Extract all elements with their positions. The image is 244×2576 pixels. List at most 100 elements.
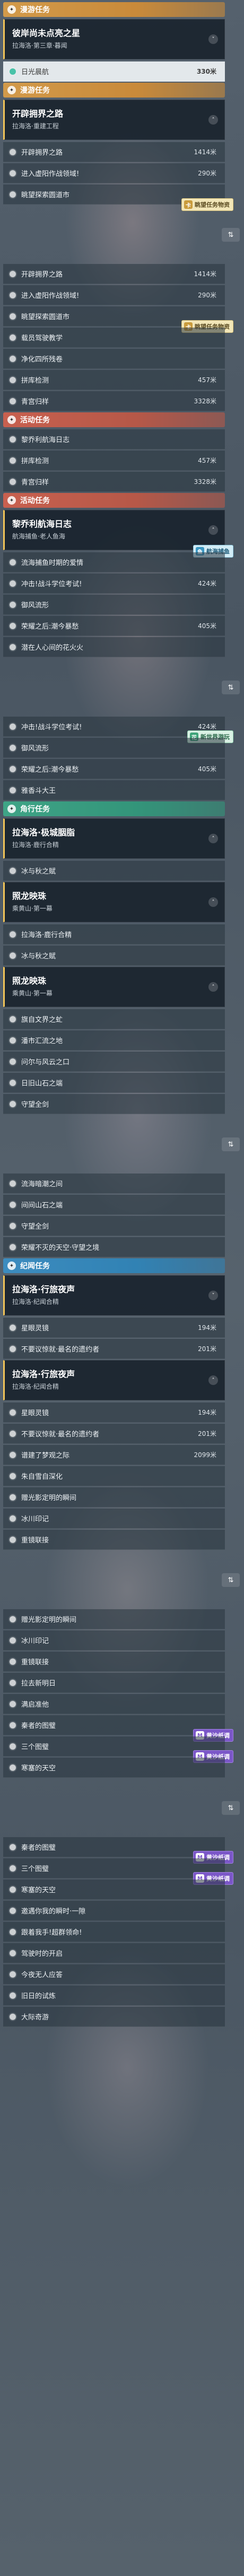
quest-step[interactable]: 守望全剑 [3,1094,225,1114]
quest-step[interactable]: 青宫归样 3328米 [3,472,225,492]
quest-step[interactable]: 赠光影定明的瞬间 [3,1609,225,1629]
fold-handle-icon[interactable]: ⇅ [222,1801,240,1815]
quest-step[interactable]: 寒塞的天空 [3,1880,225,1900]
step-label: 守望全剑 [21,1101,49,1109]
quest-step[interactable]: 朱自雪自深化 [3,1466,225,1486]
fold-handle-icon[interactable]: ⇅ [222,228,240,242]
quest-card[interactable]: 黎乔利航海日志 航海捕鱼·老人鱼海 ˄ [3,510,225,550]
step-label: 间间山石之端 [21,1202,63,1210]
category-header[interactable]: ✦ 活动任务 [3,493,225,508]
step-status-icon [10,2013,16,2020]
quest-step[interactable]: 载员驾驶教学 [3,328,225,348]
quest-step[interactable]: 荣耀之后:潮今暴愁 405米 [3,616,225,636]
quest-card[interactable]: 照龙映珠 乘黄山·第一幕 ˄ [3,882,225,922]
quest-step[interactable]: 潘市汇流之地 [3,1030,225,1051]
quest-step[interactable]: 三个图璧 [3,1858,225,1878]
quest-step[interactable]: 重镜联接 [3,1652,225,1672]
quest-step[interactable]: 不要议惊就·最名的遗约者 201米 [3,1339,225,1359]
quest-card[interactable]: 拉海洛·行旅夜声 拉海洛·纪闻合精 ˅ [3,1275,225,1316]
quest-step[interactable]: 谱建了梦观之际 2099米 [3,1445,225,1465]
quest-step[interactable]: 跟着我手!超群领命! [3,1922,225,1942]
category-header[interactable]: ✦ 漫游任务 [3,83,225,98]
quest-step[interactable]: 冰川印记 [3,1630,225,1651]
expand-chevron-icon[interactable]: ˄ [208,897,218,907]
category-header[interactable]: ✦ 纪闻任务 [3,1258,225,1273]
quest-step[interactable]: 拼库检测 457米 [3,451,225,471]
quest-step[interactable]: 大际奇游 [3,2007,225,2027]
quest-step[interactable]: 净化四所残卷 [3,349,225,369]
quest-step[interactable]: 拉海洛·鹿行合精 [3,924,225,945]
quest-step[interactable]: 拉去新明日 [3,1673,225,1693]
quest-step[interactable]: 旧日的试炼 [3,1986,225,2006]
step-label: 赠光影定明的瞬间 [21,1494,77,1502]
quest-step[interactable]: 赠光影定明的瞬间 [3,1487,225,1507]
quest-step[interactable]: 秦者的图璧 [3,1715,225,1735]
quest-step[interactable]: 满启准他 [3,1694,225,1714]
quest-step[interactable]: 星眼灵镜 194米 [3,1318,225,1338]
quest-step[interactable]: 御风流形 [3,595,225,615]
quest-step[interactable]: 重镜联接 [3,1530,225,1550]
quest-step[interactable]: 旗自文界之虻 [3,1009,225,1029]
quest-card[interactable]: 拉海洛·行旅夜声 拉海洛·纪闻合精 ˄ [3,1360,225,1400]
quest-step[interactable]: 拼库检测 457米 [3,370,225,390]
expand-chevron-icon[interactable]: ˄ [208,115,218,125]
step-status-icon [10,148,16,155]
expand-chevron-icon[interactable]: ˄ [208,982,218,992]
quest-step[interactable]: 进入虚阳作战领域! 290米 [3,163,225,183]
expand-chevron-icon[interactable]: ˄ [208,525,218,535]
quest-card[interactable]: 拉海洛·极城胭脂 拉海洛·鹿行合精 ˄ [3,818,225,859]
expand-chevron-icon[interactable]: ˅ [208,1291,218,1300]
quest-step[interactable]: 日光晨航 330米 [3,61,225,82]
quest-step[interactable]: 间间山石之端 [3,1195,225,1215]
quest-step[interactable]: 冰与秋之赋 [3,861,225,881]
quest-step[interactable]: 冰与秋之赋 [3,946,225,966]
category-header[interactable]: ✦ 角行任务 [3,801,225,816]
step-status-icon [10,436,16,443]
quest-step[interactable]: 今夜无人应答 [3,1964,225,1984]
quest-step[interactable]: 寒塞的天空 [3,1758,225,1778]
category-header[interactable]: ✦ 活动任务 [3,412,225,427]
step-label: 冰川印记 [21,1637,49,1645]
quest-step[interactable]: 秦者的图璧 [3,1837,225,1857]
event-badge[interactable]: 卡眺望任务物资 [181,198,233,211]
quest-card[interactable]: 开辟拥界之路 拉海洛·重建工程 ˄ [3,100,225,140]
quest-step[interactable]: 冲击!战斗学位考试! 424米 [3,574,225,594]
category-header[interactable]: ✦ 漫游任务 [3,2,225,17]
quest-step[interactable]: 进入虚阳作战领域! 290米 [3,285,225,305]
step-status-icon [10,355,16,362]
quest-step[interactable]: 流海暗潮之间 [3,1174,225,1194]
step-label: 朱自雪自深化 [21,1473,63,1481]
quest-step[interactable]: 黎乔利航海日志 [3,429,225,449]
quest-step[interactable]: 青宫归样 3328米 [3,391,225,411]
expand-chevron-icon[interactable]: ˄ [208,1375,218,1385]
quest-step[interactable]: 御风流形 [3,738,225,758]
quest-step[interactable]: 守望全剑 [3,1216,225,1236]
quest-step[interactable]: 星眼灵镜 194米 [3,1402,225,1423]
step-label: 三个图璧 [21,1743,49,1751]
quest-card[interactable]: 彼岸尚未点亮之星 拉海洛·第三章·暮闻 ˅ [3,19,225,59]
quest-step[interactable]: 冰川印记 [3,1508,225,1529]
quest-step[interactable]: 问尔与风云之口 [3,1052,225,1072]
expand-chevron-icon[interactable]: ˄ [208,834,218,843]
quest-step[interactable]: 三个图璧 [3,1736,225,1757]
quest-step[interactable]: 邀遇你我的瞬时·一隙 [3,1901,225,1921]
quest-step[interactable]: 雅香斗大王 [3,780,225,800]
quest-title: 拉海洛·行旅夜声 [12,1369,75,1379]
quest-card[interactable]: 照龙映珠 乘黄山·第一幕 ˄ [3,967,225,1007]
quest-step[interactable]: 开辟拥界之路 1414米 [3,142,225,162]
quest-step[interactable]: 不要议惊就·最名的遗约者 201米 [3,1424,225,1444]
step-distance: 330米 [196,68,216,75]
quest-step[interactable]: 流海捕鱼时期的爱情 [3,552,225,572]
fold-handle-icon[interactable]: ⇅ [222,1137,240,1151]
expand-chevron-icon[interactable]: ˅ [208,34,218,44]
fold-handle-icon[interactable]: ⇅ [222,1573,240,1587]
category-label: 漫游任务 [20,86,50,95]
quest-step[interactable]: 驾驶时的开启 [3,1943,225,1963]
quest-step[interactable]: 荣耀不灭的天空·守望之境 [3,1237,225,1257]
quest-step[interactable]: 潜在人心间的花火火 [3,637,225,657]
quest-subtitle: 乘黄山·第一幕 [12,990,53,997]
fold-handle-icon[interactable]: ⇅ [222,681,240,694]
quest-step[interactable]: 开辟拥界之路 1414米 [3,264,225,284]
quest-step[interactable]: 日旧山石之端 [3,1073,225,1093]
quest-step[interactable]: 荣耀之后:潮今暴愁 405米 [3,759,225,779]
